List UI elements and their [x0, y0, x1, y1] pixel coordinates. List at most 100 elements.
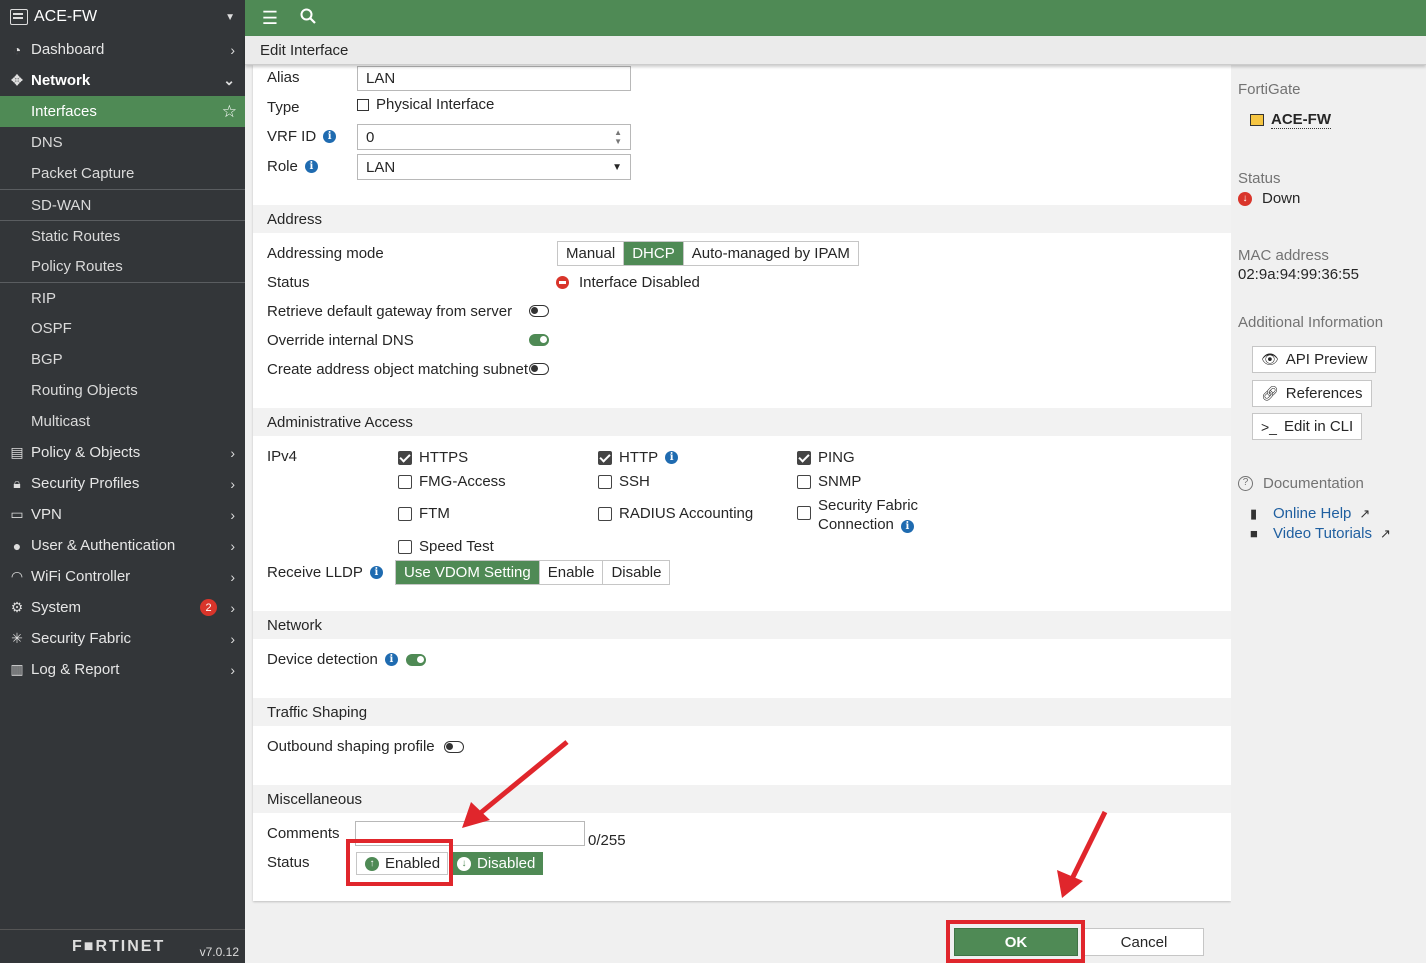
info-icon[interactable]: i: [323, 130, 337, 143]
user-icon: ●: [12, 537, 22, 554]
physical-port-icon: [357, 98, 369, 111]
sidebar-item-dashboard[interactable]: ◔ Dashboard ›: [0, 34, 245, 65]
ipv4-label: IPv4: [267, 448, 298, 465]
search-icon[interactable]: [296, 8, 320, 29]
sidebar-item-packet-capture[interactable]: Packet Capture: [0, 158, 245, 189]
sidebar-item-policy-objects[interactable]: ▤ Policy & Objects ›: [0, 437, 245, 468]
addressing-mode-selector: Manual DHCP Auto-managed by IPAM: [557, 241, 859, 266]
sidebar-item-interfaces[interactable]: Interfaces ☆: [0, 96, 245, 127]
type-value-text: Physical Interface: [376, 96, 495, 113]
sidebar-item-bgp[interactable]: BGP: [0, 344, 245, 375]
star-icon[interactable]: ☆: [222, 102, 237, 122]
info-icon[interactable]: i: [369, 566, 383, 579]
sidebar-item-network[interactable]: ✥ Network ⌄: [0, 65, 245, 96]
outbound-shaping-toggle[interactable]: [443, 740, 464, 753]
vrf-input[interactable]: 0 ▲ ▼: [357, 124, 631, 150]
sidebar-item-security-fabric[interactable]: ✳ Security Fabric ›: [0, 623, 245, 654]
create-addr-toggle[interactable]: [529, 363, 549, 375]
sidebar-item-dns[interactable]: DNS: [0, 127, 245, 158]
dashboard-icon: ◔: [12, 41, 22, 58]
status-disabled-button[interactable]: ↓ Disabled: [451, 852, 543, 875]
sidebar-item-wifi[interactable]: ◠ WiFi Controller ›: [0, 561, 245, 592]
device-link[interactable]: ACE-FW: [1250, 111, 1331, 129]
right-info-panel: FortiGate ACE-FW Status ↓ Down MAC addre…: [1231, 65, 1426, 963]
sidebar-item-policy-routes[interactable]: Policy Routes: [0, 251, 245, 282]
device-detection-label: Device detection: [267, 651, 378, 668]
mode-dhcp-option[interactable]: DHCP: [624, 242, 684, 265]
sidebar-item-ospf[interactable]: OSPF: [0, 313, 245, 344]
checkbox-icon: [797, 474, 811, 489]
video-tutorials-link[interactable]: ■ Video Tutorials ↗: [1250, 525, 1391, 542]
sidebar-item-label: DNS: [31, 134, 63, 151]
ok-highlight-box: [946, 920, 1085, 963]
top-bar: ☰: [245, 0, 1426, 36]
api-preview-button[interactable]: 👁︎ API Preview: [1252, 346, 1377, 373]
addressing-mode-row: Addressing mode: [267, 245, 384, 262]
role-select[interactable]: LAN ▼: [357, 154, 631, 180]
eye-icon: 👁︎: [1261, 351, 1279, 367]
sidebar-item-static-routes[interactable]: Static Routes: [0, 220, 245, 251]
radius-accounting-checkbox[interactable]: RADIUS Accounting: [598, 505, 753, 522]
security-fabric-checkbox[interactable]: Security Fabric Connection i: [797, 496, 918, 534]
alias-input[interactable]: LAN: [357, 66, 631, 91]
sidebar-item-sd-wan[interactable]: SD-WAN: [0, 189, 245, 220]
address-status-row: Status: [267, 274, 310, 291]
info-icon[interactable]: i: [304, 160, 318, 173]
retrieve-gw-toggle[interactable]: [529, 305, 549, 317]
https-checkbox[interactable]: HTTPS: [398, 449, 468, 466]
sidebar-item-system[interactable]: ⚙ System 2 ›: [0, 592, 245, 623]
sidebar-item-label: Policy Routes: [31, 258, 123, 275]
lldp-disable-option[interactable]: Disable: [603, 561, 670, 584]
admin-access-section-header: Administrative Access: [253, 408, 1231, 436]
api-preview-label: API Preview: [1285, 351, 1368, 368]
stepper-icon[interactable]: ▲ ▼: [614, 128, 622, 146]
online-help-link[interactable]: ▮ Online Help ↗: [1250, 505, 1370, 522]
ping-checkbox[interactable]: PING: [797, 449, 855, 466]
ftm-checkbox[interactable]: FTM: [398, 505, 450, 522]
documentation-header: ? Documentation: [1238, 475, 1364, 492]
device-name: ACE-FW: [34, 8, 98, 25]
menu-icon[interactable]: ☰: [258, 8, 282, 29]
info-icon[interactable]: i: [900, 520, 914, 533]
ssh-checkbox[interactable]: SSH: [598, 473, 650, 490]
role-label: Role: [267, 158, 298, 175]
disabled-label: Disabled: [477, 855, 536, 872]
info-icon[interactable]: i: [384, 653, 398, 666]
http-label: HTTP: [619, 449, 659, 466]
device-icon: [10, 9, 28, 25]
snmp-checkbox[interactable]: SNMP: [797, 473, 861, 490]
sidebar-item-label: User & Authentication: [31, 537, 176, 554]
sidebar-item-log-report[interactable]: ▥ Log & Report ›: [0, 654, 245, 685]
lldp-enable-option[interactable]: Enable: [539, 561, 604, 584]
sidebar-item-routing-objects[interactable]: Routing Objects: [0, 375, 245, 406]
checkbox-checked-icon: [598, 450, 612, 465]
terminal-icon: >_: [1261, 418, 1277, 435]
references-button[interactable]: 🔗︎ References: [1252, 380, 1372, 407]
mode-manual-option[interactable]: Manual: [558, 242, 625, 265]
fmg-access-checkbox[interactable]: FMG-Access: [398, 473, 506, 490]
misc-status-row: Status: [267, 854, 310, 871]
sidebar-item-security-profiles[interactable]: 🔒︎ Security Profiles ›: [0, 468, 245, 499]
book-icon: ▮: [1250, 505, 1258, 521]
chevron-right-icon: ›: [230, 475, 235, 492]
sidebar-item-vpn[interactable]: ▭ VPN ›: [0, 499, 245, 530]
override-dns-toggle[interactable]: [529, 334, 549, 346]
sidebar-item-multicast[interactable]: Multicast: [0, 406, 245, 437]
device-selector[interactable]: ACE-FW ▼: [0, 0, 245, 34]
sidebar-item-label: BGP: [31, 351, 63, 368]
info-icon[interactable]: i: [665, 451, 679, 464]
edit-cli-button[interactable]: >_ Edit in CLI: [1252, 413, 1363, 440]
lldp-vdom-option[interactable]: Use VDOM Setting: [396, 561, 540, 584]
sidebar-item-user-auth[interactable]: ● User & Authentication ›: [0, 530, 245, 561]
mac-label: MAC address: [1238, 247, 1329, 264]
speed-test-checkbox[interactable]: Speed Test: [398, 538, 494, 555]
lldp-label: Receive LLDP: [267, 564, 363, 581]
cancel-button[interactable]: Cancel: [1084, 928, 1204, 956]
device-detection-toggle[interactable]: [405, 653, 426, 666]
sidebar-item-rip[interactable]: RIP: [0, 282, 245, 313]
sidebar-item-label: Static Routes: [31, 227, 121, 245]
sidebar-item-label: Network: [31, 72, 91, 89]
mode-ipam-option[interactable]: Auto-managed by IPAM: [683, 242, 858, 265]
ssh-label: SSH: [619, 473, 650, 490]
http-checkbox[interactable]: HTTP i: [598, 449, 679, 466]
